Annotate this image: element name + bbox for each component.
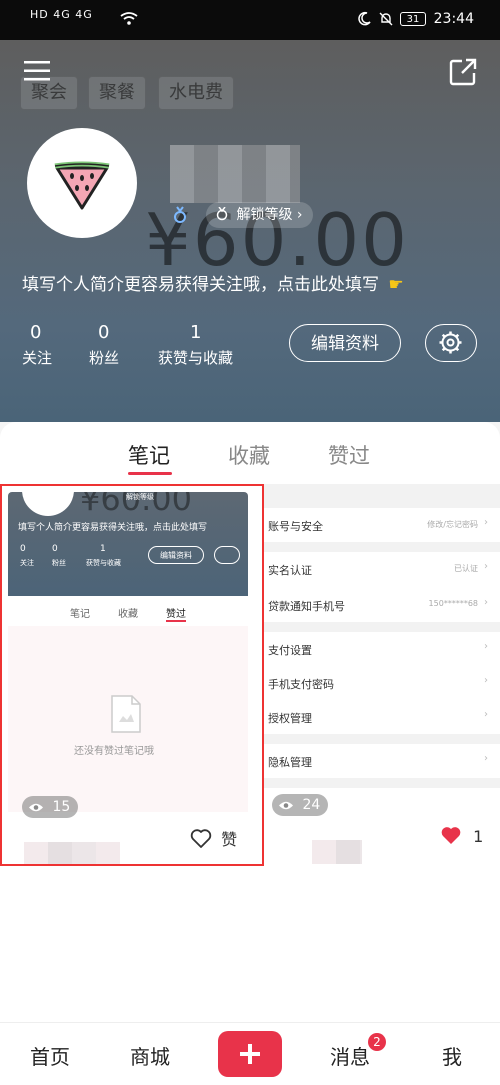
content-panel: 笔记 收藏 赞过 ¥60.00 解锁等级 填写个人简介更容易获得关注哦，点击此处… xyxy=(0,422,500,1022)
clock: 23:44 xyxy=(433,11,474,27)
settings-row: 账号与安全 修改/忘记密码 › xyxy=(264,508,490,542)
heart-outline-icon xyxy=(190,829,212,853)
view-count: 24 xyxy=(272,794,329,818)
mini-stat: 0 粉丝 xyxy=(52,544,66,567)
username-blurred xyxy=(170,145,300,203)
mute-bell-icon xyxy=(378,11,394,31)
mini-avatar xyxy=(22,492,74,516)
messages-badge: 2 xyxy=(368,1033,386,1051)
stat-following[interactable]: 0 关注 xyxy=(22,322,52,368)
tab-collections[interactable]: 收藏 xyxy=(228,440,270,470)
note-cover-panel: 笔记 收藏 赞过 还没有赞过笔记哦 xyxy=(8,596,248,812)
battery-indicator: 31 xyxy=(400,12,426,26)
heart-filled-icon xyxy=(440,826,462,850)
gear-icon xyxy=(439,331,462,354)
create-post-button[interactable] xyxy=(218,1031,282,1077)
mini-edit-button: 编辑资料 xyxy=(148,546,204,564)
tab-liked[interactable]: 赞过 xyxy=(328,440,370,470)
like-button[interactable]: 赞 xyxy=(190,826,237,853)
plus-icon xyxy=(240,1044,260,1064)
mini-tab-underline xyxy=(166,620,186,622)
ghost-tag: 水电费 xyxy=(158,76,234,110)
note-card[interactable]: ¥60.00 解锁等级 填写个人简介更容易获得关注哦，点击此处填写 0 关注 0粉… xyxy=(0,484,264,866)
note-title-blurred xyxy=(312,840,362,864)
settings-row: 支付设置 › xyxy=(264,632,490,666)
mini-level: 解锁等级 xyxy=(126,493,154,501)
share-icon[interactable] xyxy=(449,58,477,86)
mini-gear-icon xyxy=(214,546,240,564)
gender-icon xyxy=(172,206,188,228)
mini-stat: 0 关注 xyxy=(20,544,34,567)
note-title-blurred xyxy=(24,842,120,864)
nav-me[interactable]: 我 xyxy=(442,1041,462,1070)
settings-button[interactable] xyxy=(425,324,477,362)
settings-row: 贷款通知手机号 150******68 › xyxy=(264,588,490,622)
tab-notes[interactable]: 笔记 xyxy=(128,440,170,470)
status-bar: HD 4G 4G 31 23:44 xyxy=(0,0,500,40)
stat-likes-collects[interactable]: 1 获赞与收藏 xyxy=(158,322,233,368)
wifi-icon xyxy=(120,12,138,30)
view-count: 15 xyxy=(22,796,79,820)
unlock-level-label: 解锁等级 xyxy=(236,207,293,223)
unlock-level-badge[interactable]: 解锁等级 › xyxy=(206,202,313,228)
empty-state-text: 还没有赞过笔记哦 xyxy=(74,746,154,757)
like-button[interactable]: 1 xyxy=(440,826,483,850)
settings-row: 授权管理 › xyxy=(264,700,490,734)
nav-messages[interactable]: 消息 xyxy=(330,1041,370,1070)
mini-tab: 赞过 xyxy=(166,609,186,620)
eye-icon xyxy=(278,796,294,818)
eye-icon xyxy=(28,798,44,820)
mini-tab: 笔记 xyxy=(70,609,90,620)
nav-mall[interactable]: 商城 xyxy=(130,1041,170,1070)
pointing-hand-icon: ☛ xyxy=(388,275,404,295)
do-not-disturb-icon xyxy=(356,11,372,31)
menu-icon[interactable] xyxy=(24,60,50,82)
medal-icon xyxy=(216,204,228,230)
edit-profile-button[interactable]: 编辑资料 xyxy=(289,324,401,362)
mini-bio: 填写个人简介更容易获得关注哦，点击此处填写 xyxy=(18,523,208,533)
watermelon-icon xyxy=(54,161,110,210)
mini-stat: 1 获赞与收藏 xyxy=(86,544,121,567)
bottom-navigation: 首页 商城 消息 2 我 xyxy=(0,1022,500,1085)
empty-document-icon xyxy=(108,694,144,738)
settings-row: 隐私管理 › xyxy=(264,744,490,778)
tab-active-underline xyxy=(128,472,172,475)
signal-indicators: HD 4G 4G xyxy=(30,8,93,21)
settings-row: 实名认证 已认证 › xyxy=(264,552,490,586)
stat-followers[interactable]: 0 粉丝 xyxy=(89,322,119,368)
note-card[interactable]: 账号与安全 修改/忘记密码 › 实名认证 已认证 › 贷款通知手机号 150******6… xyxy=(264,484,500,866)
chevron-right-icon: › xyxy=(296,207,303,223)
note-cover-image: ¥60.00 解锁等级 填写个人简介更容易获得关注哦，点击此处填写 0 关注 0粉… xyxy=(8,492,248,596)
settings-row: 手机支付密码 › xyxy=(264,666,490,700)
nav-home[interactable]: 首页 xyxy=(30,1041,70,1070)
profile-header: 聚会 聚餐 水电费 ¥60.00 解锁等级 › 填写个人简介更容易获得关注哦，点… xyxy=(0,40,500,422)
ghost-tag: 聚餐 xyxy=(88,76,146,110)
avatar[interactable] xyxy=(27,128,137,238)
bio-prompt[interactable]: 填写个人简介更容易获得关注哦，点击此处填写 ☛ xyxy=(22,270,404,295)
mini-tab: 收藏 xyxy=(118,609,138,620)
